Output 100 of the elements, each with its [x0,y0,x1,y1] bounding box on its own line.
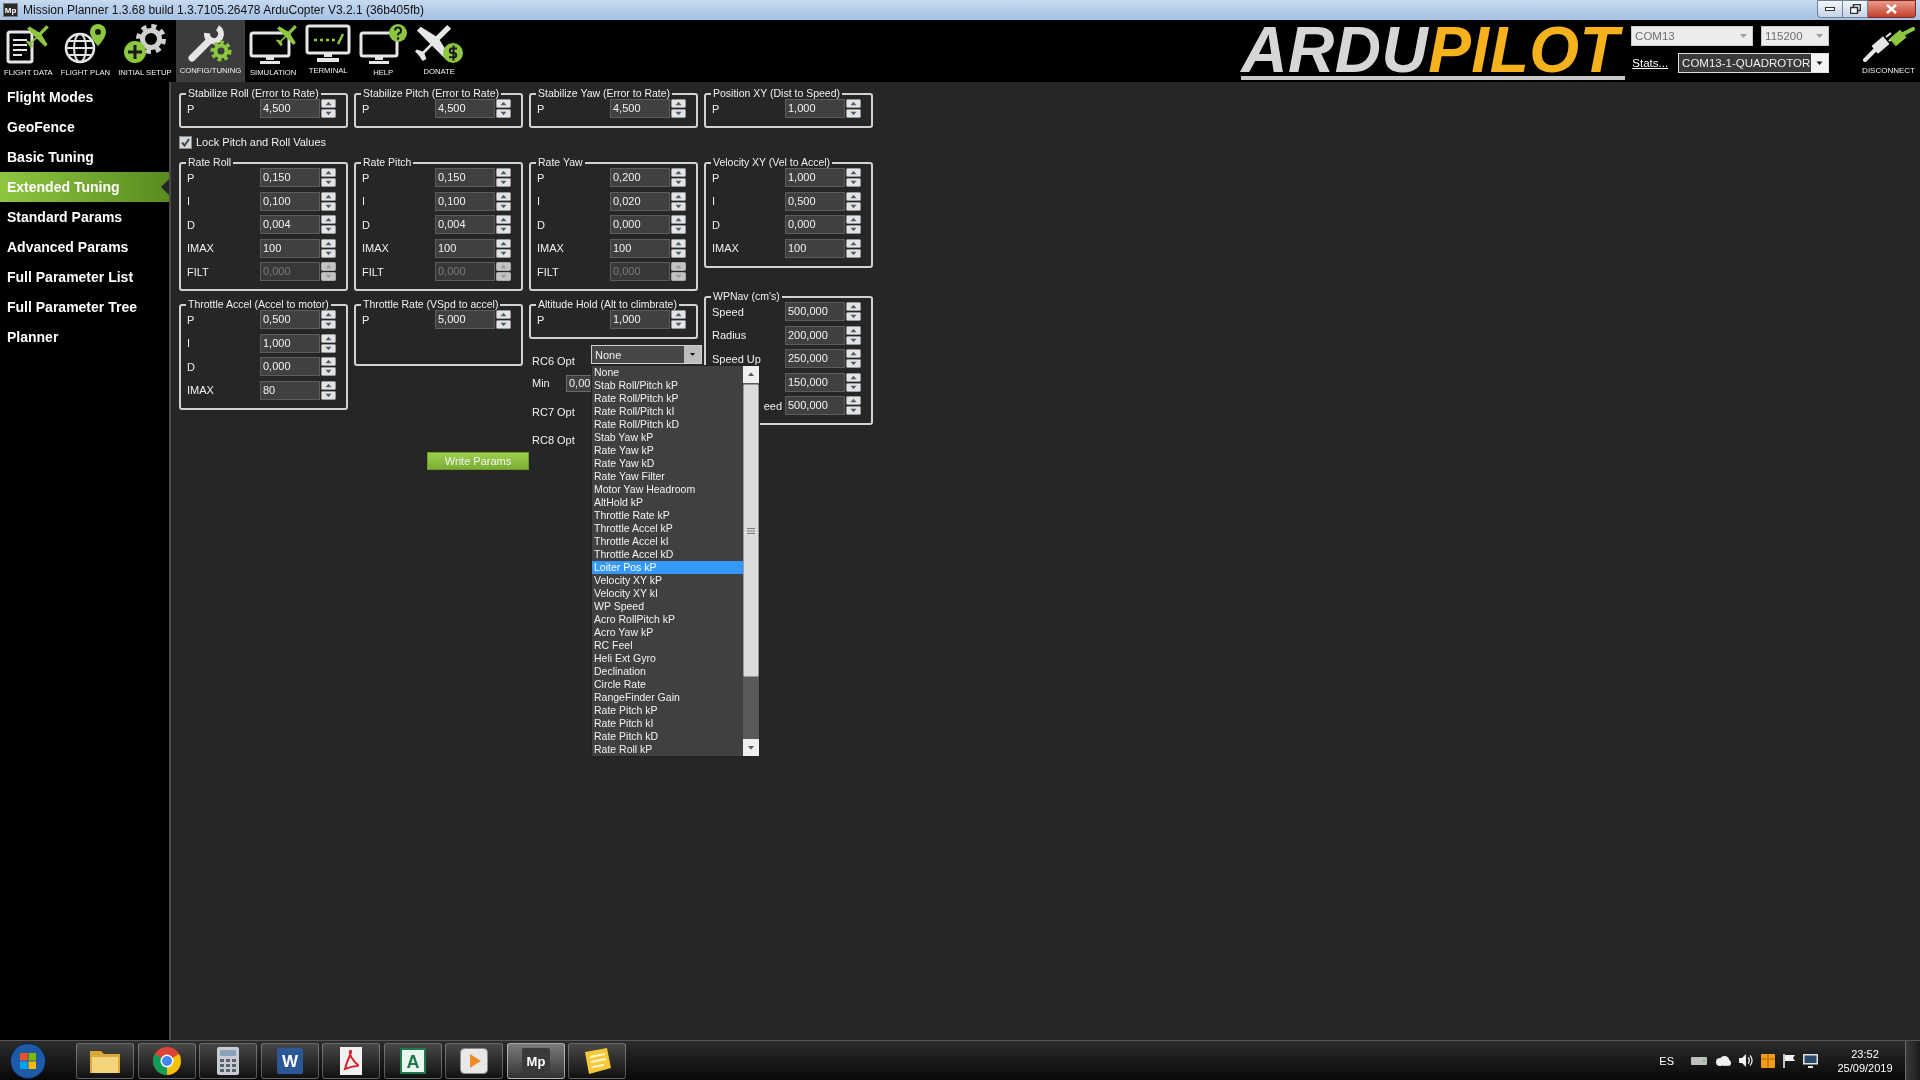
checkbox-label[interactable]: Lock Pitch and Roll Values [196,136,327,148]
spin-up-icon[interactable] [671,191,686,201]
spin-up-icon[interactable] [321,310,336,319]
spin-down-icon[interactable] [321,343,336,353]
spin-up-icon[interactable] [496,168,511,177]
taskbar-button[interactable] [568,1042,626,1079]
scroll-up-icon[interactable] [743,366,759,383]
taskbar-button[interactable]: A [383,1042,442,1079]
disconnect-button[interactable]: DISCONNECT [1861,20,1916,82]
spin-up-icon[interactable] [846,349,861,358]
spin-down-icon[interactable] [671,201,686,211]
spin-up-icon[interactable] [846,302,861,311]
dropdown-option[interactable]: Declination [592,665,743,678]
close-button[interactable] [1868,0,1916,18]
spin-down-icon[interactable] [321,201,336,211]
spin-down-icon[interactable] [496,225,511,234]
dropdown-option[interactable]: Velocity XY kP [592,574,743,587]
taskbar-button[interactable]: Mp [506,1042,565,1079]
sidebar-item[interactable]: Full Parameter Tree [0,292,169,322]
taskbar-button[interactable]: W [260,1042,319,1079]
spin-up-icon[interactable] [846,325,861,335]
dropdown-option[interactable]: Velocity XY kI [592,587,743,600]
spin-down-icon[interactable] [846,382,861,392]
dropdown-option[interactable]: Rate Roll kP [592,743,743,756]
sidebar-item[interactable]: Planner [0,322,169,352]
spin-up-icon[interactable] [846,215,861,224]
dropdown-option[interactable]: Stab Yaw kP [592,431,743,444]
spin-down-icon[interactable] [321,390,336,400]
spin-up-icon[interactable] [321,380,336,390]
dropdown-option[interactable]: RC Feel [592,639,743,652]
dropdown-option[interactable]: Throttle Rate kP [592,509,743,522]
sidebar-item[interactable]: Advanced Params [0,232,169,262]
spin-up-icon[interactable] [496,310,511,319]
dropdown-option[interactable]: Rate Pitch kD [592,730,743,743]
stats-link[interactable]: Stats... [1632,57,1669,69]
spin-up-icon[interactable] [846,372,861,382]
dropdown-option[interactable]: Rate Yaw Filter [592,470,743,483]
taskbar-button[interactable] [445,1042,503,1079]
spin-down-icon[interactable] [846,201,861,211]
language-indicator[interactable]: ES [1659,1054,1674,1067]
dropdown-option[interactable]: Rate Roll/Pitch kD [592,418,743,431]
spin-down-icon[interactable] [321,248,336,258]
package-icon[interactable] [1761,1053,1775,1068]
spin-up-icon[interactable] [321,168,336,177]
sidebar-item[interactable]: Standard Params [0,202,169,232]
taskbar-button[interactable] [137,1042,196,1079]
flag-icon[interactable] [1783,1053,1795,1068]
network-icon[interactable] [1803,1053,1818,1068]
spin-down-icon[interactable] [671,248,686,258]
spin-down-icon[interactable] [846,248,861,258]
dropdown-option[interactable]: Rate Yaw kP [592,444,743,457]
spin-down-icon[interactable] [846,359,861,368]
dropdown-option[interactable]: Acro Yaw kP [592,626,743,639]
vehicle-select[interactable]: COM13-1-QUADROTOR [1678,53,1830,73]
spin-down-icon[interactable] [496,178,511,187]
spin-down-icon[interactable] [846,109,861,118]
dropdown-option[interactable]: Circle Rate [592,678,743,691]
sidebar-item[interactable]: Full Parameter List [0,262,169,292]
show-desktop-button[interactable] [1905,1041,1920,1080]
scroll-down-icon[interactable] [743,739,759,756]
spin-up-icon[interactable] [496,215,511,224]
clock-button[interactable]: 23:52 25/09/2019 [1832,1046,1898,1075]
spin-down-icon[interactable] [496,109,511,118]
dropdown-option[interactable]: AltHold kP [592,496,743,509]
spin-up-icon[interactable] [321,333,336,343]
spin-up-icon[interactable] [846,238,861,248]
spin-down-icon[interactable] [846,312,861,321]
spin-down-icon[interactable] [671,225,686,234]
spin-up-icon[interactable] [496,99,511,108]
spin-up-icon[interactable] [671,215,686,224]
spin-up-icon[interactable] [321,238,336,248]
spin-up-icon[interactable] [496,191,511,201]
dropdown-option[interactable]: Rate Yaw kD [592,457,743,470]
dropdown-option[interactable]: Throttle Accel kP [592,522,743,535]
spin-down-icon[interactable] [321,178,336,187]
spin-up-icon[interactable] [321,357,336,366]
dropdown-option[interactable]: Rate Pitch kI [592,717,743,730]
sidebar-item[interactable]: Flight Modes [0,82,169,112]
taskbar-button[interactable] [322,1042,380,1079]
spin-up-icon[interactable] [846,99,861,108]
spin-down-icon[interactable] [496,248,511,258]
spin-down-icon[interactable] [321,225,336,234]
dropdown-option[interactable]: Heli Ext Gyro [592,652,743,665]
spin-down-icon[interactable] [671,109,686,118]
spin-up-icon[interactable] [321,99,336,108]
spin-up-icon[interactable] [321,191,336,201]
sidebar-item[interactable]: GeoFence [0,112,169,142]
dropdown-option[interactable]: Throttle Accel kD [592,548,743,561]
spin-down-icon[interactable] [321,320,336,329]
cloud-icon[interactable] [1715,1055,1731,1066]
spin-down-icon[interactable] [496,201,511,211]
spin-down-icon[interactable] [496,320,511,329]
checkbox[interactable] [179,135,192,149]
sidebar-item[interactable]: Basic Tuning [0,142,169,172]
dropdown-option[interactable]: Rate Roll/Pitch kP [592,392,743,405]
dropdown-option[interactable]: Acro RollPitch kP [592,613,743,626]
dropdown-option[interactable]: Rate Pitch kP [592,704,743,717]
spin-up-icon[interactable] [671,238,686,248]
number-field[interactable]: 0,00 [566,374,591,392]
dropdown-option[interactable]: Stab Roll/Pitch kP [592,379,743,392]
